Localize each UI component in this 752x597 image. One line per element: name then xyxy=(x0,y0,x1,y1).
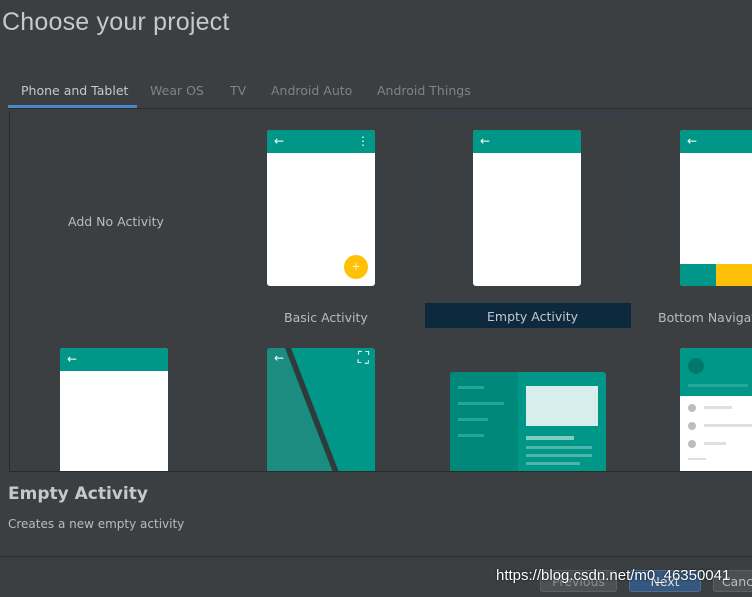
bottom-nav-item xyxy=(716,264,752,286)
app-bar: ← xyxy=(60,348,168,371)
template-row2-activity[interactable]: ← xyxy=(10,339,216,471)
template-preview xyxy=(450,372,606,471)
template-preview: ← ⋮ + xyxy=(267,130,375,286)
tab-wear-os[interactable]: Wear OS xyxy=(150,82,204,108)
template-fullscreen-activity[interactable]: ← ⛶ xyxy=(217,339,423,471)
template-preview: ← xyxy=(473,130,581,286)
app-bar: ← xyxy=(473,130,581,153)
template-preview: ← xyxy=(680,130,752,286)
template-empty-activity[interactable]: ← Empty Activity xyxy=(425,112,631,328)
template-label: Add No Activity xyxy=(68,214,164,229)
template-label: Empty Activity xyxy=(487,309,579,324)
tab-divider xyxy=(8,108,752,109)
page-title: Choose your project xyxy=(2,8,230,36)
template-master-detail-flow[interactable] xyxy=(425,339,631,471)
app-bar: ← xyxy=(680,130,752,153)
form-factor-tabs: Phone and Tablet Wear OS TV Android Auto… xyxy=(8,82,752,108)
watermark-text: https://blog.csdn.net/m0_46350041 xyxy=(496,567,731,584)
navigation-drawer-illustration xyxy=(680,348,752,460)
master-detail-illustration xyxy=(450,372,598,471)
tab-android-auto[interactable]: Android Auto xyxy=(271,82,352,108)
back-arrow-icon: ← xyxy=(274,351,285,365)
fullscreen-icon: ⛶ xyxy=(357,348,369,367)
tab-tv[interactable]: TV xyxy=(230,82,246,108)
template-add-no-activity[interactable]: Add No Activity xyxy=(10,111,216,327)
template-bottom-navigation[interactable]: ← Bottom Navigati xyxy=(640,111,752,327)
template-label: Bottom Navigati xyxy=(658,310,752,325)
fab-add-icon: + xyxy=(344,255,368,279)
template-preview xyxy=(680,348,752,471)
selected-template-description: Creates a new empty activity xyxy=(8,517,185,531)
selected-template-name: Empty Activity xyxy=(8,484,148,504)
back-arrow-icon: ← xyxy=(480,134,491,148)
overflow-menu-icon: ⋮ xyxy=(357,134,369,148)
back-arrow-icon: ← xyxy=(687,134,698,148)
template-navigation-drawer[interactable] xyxy=(640,339,752,471)
back-arrow-icon: ← xyxy=(274,134,285,148)
template-basic-activity[interactable]: ← ⋮ + Basic Activity xyxy=(217,111,423,327)
template-preview: ← ⛶ xyxy=(267,348,375,471)
footer-divider xyxy=(0,556,752,557)
template-gallery: Add No Activity ← ⋮ + Basic Activity ← E… xyxy=(9,111,752,472)
bottom-nav-item xyxy=(680,264,716,286)
template-preview: ← xyxy=(60,348,168,471)
app-bar: ← ⋮ xyxy=(267,130,375,153)
tab-android-things[interactable]: Android Things xyxy=(377,82,471,108)
template-label: Basic Activity xyxy=(284,310,368,325)
back-arrow-icon: ← xyxy=(67,352,78,366)
